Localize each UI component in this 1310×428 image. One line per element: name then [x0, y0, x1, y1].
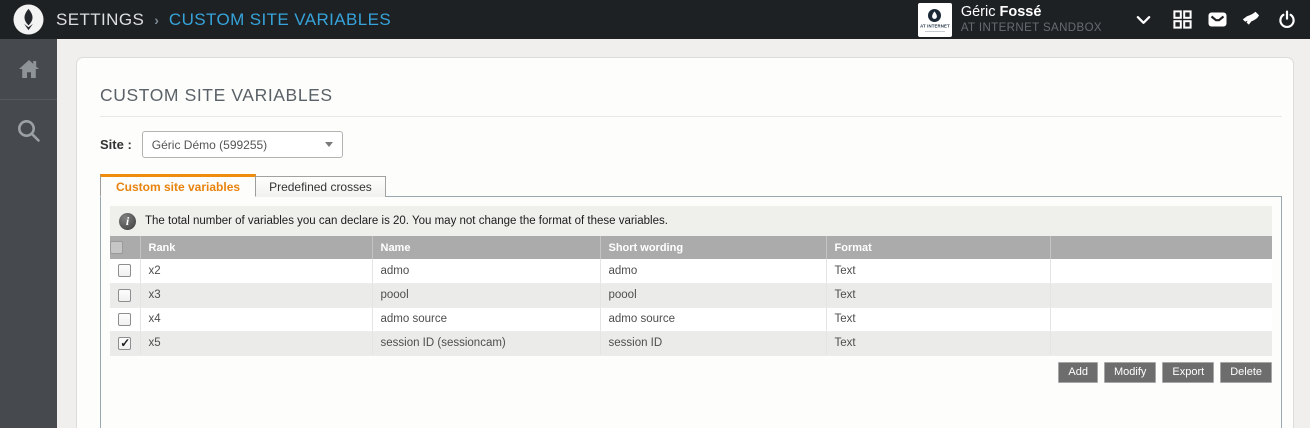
sidebar-item-home[interactable]	[0, 39, 57, 99]
add-button[interactable]: Add	[1058, 362, 1098, 383]
cell-format: Text	[826, 259, 1050, 283]
power-icon[interactable]	[1276, 7, 1298, 33]
row-checkbox[interactable]	[118, 337, 131, 350]
header-name: Name	[372, 236, 600, 259]
inbox-icon[interactable]	[1206, 7, 1228, 33]
delete-button[interactable]: Delete	[1220, 362, 1272, 383]
info-bar: The total number of variables you can de…	[110, 206, 1272, 236]
site-selector-row: Site : Géric Démo (599255)	[100, 131, 1282, 158]
breadcrumb-separator-icon: ›	[154, 12, 159, 28]
avatar-caption-line	[925, 31, 945, 32]
cell-short-wording: session ID	[600, 331, 826, 355]
breadcrumb: SETTINGS › CUSTOM SITE VARIABLES	[56, 10, 391, 30]
caret-down-icon	[325, 142, 333, 147]
app-grid-icon[interactable]	[1171, 7, 1193, 33]
cell-format: Text	[826, 283, 1050, 307]
cell-rank: x2	[140, 259, 372, 283]
table-actions: Add Modify Export Delete	[110, 362, 1272, 383]
cell-empty	[1050, 259, 1272, 283]
cell-empty	[1050, 283, 1272, 307]
cell-short-wording: admo source	[600, 307, 826, 331]
row-checkbox[interactable]	[118, 264, 131, 277]
site-label: Site :	[100, 137, 132, 152]
variables-table: Rank Name Short wording Format x2 admo a…	[110, 236, 1272, 356]
tab-content: The total number of variables you can de…	[100, 196, 1282, 428]
row-checkbox[interactable]	[118, 289, 131, 302]
title-divider	[100, 116, 1282, 117]
home-icon	[18, 59, 40, 79]
avatar-caption: AT INTERNET	[920, 24, 950, 28]
tab-custom-site-variables[interactable]: Custom site variables	[100, 174, 256, 197]
sidebar	[0, 39, 57, 428]
table-header-row: Rank Name Short wording Format	[110, 236, 1272, 259]
cell-short-wording: poool	[600, 283, 826, 307]
info-message: The total number of variables you can de…	[145, 215, 668, 227]
cell-name: session ID (sessioncam)	[372, 331, 600, 355]
chevron-down-icon[interactable]	[1132, 7, 1154, 33]
header-format: Format	[826, 236, 1050, 259]
table-row[interactable]: x4 admo source admo source Text	[110, 307, 1272, 331]
cell-empty	[1050, 331, 1272, 355]
megaphone-icon[interactable]	[1241, 7, 1263, 33]
cell-rank: x4	[140, 307, 372, 331]
site-select[interactable]: Géric Démo (599255)	[142, 131, 343, 158]
cell-rank: x5	[140, 331, 372, 355]
breadcrumb-page-title: CUSTOM SITE VARIABLES	[169, 10, 391, 30]
user-name: Géric Fossé	[961, 4, 1102, 21]
breadcrumb-section[interactable]: SETTINGS	[56, 10, 144, 30]
search-icon	[16, 118, 41, 143]
sidebar-item-search[interactable]	[0, 100, 57, 160]
cell-name: admo	[372, 259, 600, 283]
table-row[interactable]: x3 poool poool Text	[110, 283, 1272, 307]
avatar-droplet-icon	[928, 9, 941, 22]
cell-name: poool	[372, 283, 600, 307]
select-all-checkbox[interactable]	[110, 241, 123, 254]
tab-predefined-crosses[interactable]: Predefined crosses	[256, 176, 386, 197]
page-title: CUSTOM SITE VARIABLES	[100, 85, 1282, 106]
header-short-wording: Short wording	[600, 236, 826, 259]
site-select-value: Géric Démo (599255)	[152, 138, 267, 152]
at-internet-leaf-logo-icon[interactable]	[13, 4, 44, 35]
cell-format: Text	[826, 331, 1050, 355]
header-rank: Rank	[140, 236, 372, 259]
cell-format: Text	[826, 307, 1050, 331]
cell-short-wording: admo	[600, 259, 826, 283]
table-row[interactable]: x2 admo admo Text	[110, 259, 1272, 283]
header-empty	[1050, 236, 1272, 259]
top-bar: SETTINGS › CUSTOM SITE VARIABLES AT INTE…	[0, 0, 1310, 39]
avatar[interactable]: AT INTERNET	[918, 3, 952, 37]
user-account: AT INTERNET SANDBOX	[961, 22, 1102, 35]
user-block[interactable]: Géric Fossé AT INTERNET SANDBOX	[961, 4, 1102, 36]
topbar-right: AT INTERNET Géric Fossé AT INTERNET SAND…	[918, 3, 1298, 37]
header-checkbox-cell	[110, 236, 140, 259]
table-row[interactable]: x5 session ID (sessioncam) session ID Te…	[110, 331, 1272, 355]
tabs: Custom site variables Predefined crosses	[100, 174, 1282, 197]
cell-name: admo source	[372, 307, 600, 331]
cell-empty	[1050, 307, 1272, 331]
info-icon	[119, 213, 136, 230]
row-checkbox[interactable]	[118, 313, 131, 326]
main-panel: CUSTOM SITE VARIABLES Site : Géric Démo …	[76, 57, 1294, 428]
cell-rank: x3	[140, 283, 372, 307]
modify-button[interactable]: Modify	[1104, 362, 1156, 383]
export-button[interactable]: Export	[1162, 362, 1214, 383]
